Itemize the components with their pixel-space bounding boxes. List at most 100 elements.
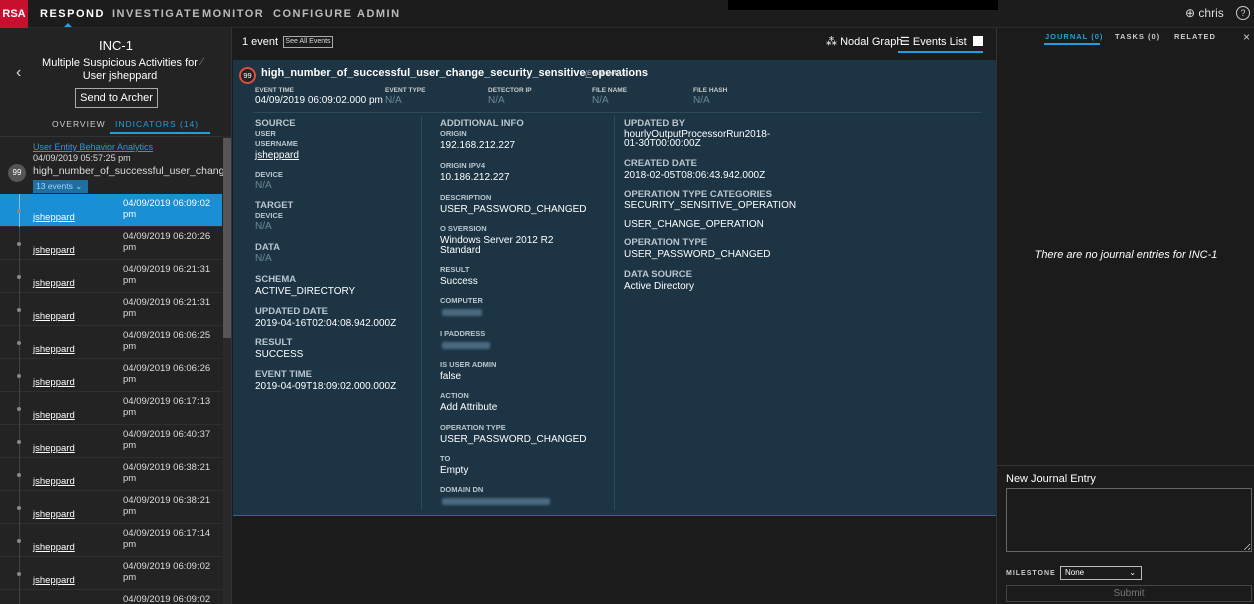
field-value-username[interactable]: jsheppard <box>255 150 299 161</box>
new-journal-entry-label: New Journal Entry <box>1006 473 1096 485</box>
nav-investigate[interactable]: INVESTIGATE <box>112 8 201 20</box>
scrollbar-thumb[interactable] <box>223 138 231 338</box>
event-user[interactable]: jsheppard <box>33 212 75 223</box>
event-user[interactable]: jsheppard <box>33 278 75 289</box>
event-user[interactable]: jsheppard <box>33 344 75 355</box>
timeline-dot <box>17 242 21 246</box>
event-list-item[interactable]: 04/09/2019 06:38:21 pm jsheppard <box>0 458 222 491</box>
event-date: 04/09/2019 06:06:26 pm <box>123 363 211 385</box>
timeline-dot <box>17 275 21 279</box>
field-label-action: ACTION <box>440 391 469 400</box>
event-risk-badge: 99 <box>239 67 256 84</box>
event-list-item[interactable]: 04/09/2019 06:17:14 pm jsheppard <box>0 524 222 557</box>
edit-icon[interactable]: ⁄ <box>201 56 203 68</box>
timeline-dot <box>17 341 21 345</box>
checkbox-icon[interactable] <box>973 36 983 46</box>
field-value-schema: ACTIVE_DIRECTORY <box>255 286 356 297</box>
close-icon[interactable]: × <box>1243 30 1250 44</box>
field-label-created-date: CREATED DATE <box>624 158 698 169</box>
nav-admin[interactable]: ADMIN <box>357 8 401 20</box>
active-journal-tab-underline <box>1044 43 1100 45</box>
see-all-events-button[interactable]: See All Events <box>283 36 333 48</box>
event-user[interactable]: jsheppard <box>33 311 75 322</box>
send-to-archer-button[interactable]: Send to Archer <box>75 88 158 108</box>
event-date: 04/09/2019 06:21:31 pm <box>123 297 211 319</box>
field-value-op-type-category-1: SECURITY_SENSITIVE_OPERATION <box>624 200 797 211</box>
event-date: 04/09/2019 06:09:02 pm <box>123 594 211 604</box>
field-value-action: Add Attribute <box>440 402 498 413</box>
help-icon[interactable]: ? <box>1236 6 1250 20</box>
events-list-toggle[interactable]: ☰ Events List <box>900 35 967 48</box>
timeline-line <box>19 590 20 604</box>
event-date: 04/09/2019 06:38:21 pm <box>123 495 211 517</box>
event-list: 04/09/2019 06:09:02 pm jsheppard 04/09/201… <box>0 194 222 604</box>
event-user[interactable]: jsheppard <box>33 476 75 487</box>
event-list-item[interactable]: 04/09/2019 06:09:02 pm jsheppard <box>0 557 222 590</box>
milestone-select[interactable]: None ⌄ <box>1060 566 1142 580</box>
event-list-item[interactable]: 04/09/2019 06:38:21 pm jsheppard <box>0 491 222 524</box>
field-value-result: SUCCESS <box>255 349 304 360</box>
field-label-op-type-categories: OPERATION TYPE CATEGORIES <box>624 189 772 200</box>
nav-respond[interactable]: RESPOND <box>40 8 105 20</box>
event-user[interactable]: jsheppard <box>33 377 75 388</box>
field-value-origin-ipv4: 10.186.212.227 <box>440 172 510 183</box>
timeline-dot <box>17 440 21 444</box>
event-list-item[interactable]: 04/09/2019 06:06:26 pm jsheppard <box>0 359 222 392</box>
field-label-user: USER <box>255 129 276 138</box>
timeline-dot <box>17 407 21 411</box>
field-value-op-type-category-2: USER_CHANGE_OPERATION <box>624 219 764 230</box>
indicator-source-link[interactable]: User Entity Behavior Analytics <box>33 142 153 152</box>
tab-related[interactable]: RELATED <box>1174 32 1216 41</box>
field-label-domain-dn: DOMAIN DN <box>440 485 484 494</box>
indicator-header: User Entity Behavior Analytics 04/09/201… <box>0 136 231 194</box>
tab-overview[interactable]: OVERVIEW <box>52 119 106 129</box>
header-value-event-time: 04/09/2019 06:09:02.000 pm <box>255 95 383 106</box>
event-list-item[interactable]: 04/09/2019 06:06:25 pm jsheppard <box>0 326 222 359</box>
event-user[interactable]: jsheppard <box>33 245 75 256</box>
event-user[interactable]: jsheppard <box>33 542 75 553</box>
tab-journal[interactable]: JOURNAL (0) <box>1045 32 1103 41</box>
event-user[interactable]: jsheppard <box>33 575 75 586</box>
nav-monitor[interactable]: MONITOR <box>202 8 264 20</box>
incident-tabs: OVERVIEW INDICATORS (14) <box>0 116 231 134</box>
back-arrow-icon[interactable]: ‹ <box>16 64 21 82</box>
journal-entry-textarea[interactable] <box>1006 488 1252 552</box>
event-list-item[interactable]: 04/09/2019 06:09:02 pm jsheppard <box>0 194 222 227</box>
user-menu[interactable]: ⊕ chris <box>1185 6 1224 20</box>
field-value-data: N/A <box>255 253 272 264</box>
tab-indicators[interactable]: INDICATORS (14) <box>115 119 199 129</box>
field-label-data-source: DATA SOURCE <box>624 269 692 280</box>
field-value-updated-date: 2019-04-16T02:04:08.942.000Z <box>255 318 397 329</box>
field-label-computer: COMPUTER <box>440 296 483 305</box>
header-value-event-type: N/A <box>385 95 402 106</box>
field-label-result2: RESULT <box>440 265 470 274</box>
event-list-item[interactable]: 04/09/2019 06:17:13 pm jsheppard <box>0 392 222 425</box>
event-list-item[interactable]: 04/09/2019 06:40:37 pm jsheppard <box>0 425 222 458</box>
header-label-file-name: FILE NAME <box>592 87 628 94</box>
event-date: 04/09/2019 06:40:37 pm <box>123 429 211 451</box>
event-list-item[interactable]: 04/09/2019 06:21:31 pm jsheppard <box>0 293 222 326</box>
field-label-description: DESCRIPTION <box>440 193 492 202</box>
submit-button[interactable]: Submit <box>1006 585 1252 602</box>
event-list-item[interactable]: 04/09/2019 06:09:02 pm <box>0 590 222 604</box>
event-date: 04/09/2019 06:38:21 pm <box>123 462 211 484</box>
event-user[interactable]: jsheppard <box>33 509 75 520</box>
field-label-ipaddress: I PADDRESS <box>440 329 486 338</box>
header-value-file-name: N/A <box>592 95 609 106</box>
nav-configure[interactable]: CONFIGURE <box>273 8 353 20</box>
event-date: 04/09/2019 06:09:02 pm <box>123 561 211 583</box>
event-list-item[interactable]: 04/09/2019 06:20:26 pm jsheppard <box>0 227 222 260</box>
field-value-origin: 192.168.212.227 <box>440 140 516 151</box>
event-count: 1 event <box>242 36 279 48</box>
tab-tasks[interactable]: TASKS (0) <box>1115 32 1160 41</box>
redaction-bar <box>728 0 998 10</box>
nodal-graph-toggle[interactable]: ⁂ Nodal Graph <box>826 35 902 48</box>
event-user[interactable]: jsheppard <box>33 410 75 421</box>
events-dropdown-button[interactable]: 13 events ⌄ <box>33 180 88 193</box>
nodal-graph-label: Nodal Graph <box>840 36 903 48</box>
indicator-name[interactable]: high_number_of_successful_user_change_..… <box>33 165 231 177</box>
field-label-username: USERNAME <box>255 139 298 148</box>
redacted-computer-value <box>442 309 482 316</box>
event-list-item[interactable]: 04/09/2019 06:21:31 pm jsheppard <box>0 260 222 293</box>
event-user[interactable]: jsheppard <box>33 443 75 454</box>
